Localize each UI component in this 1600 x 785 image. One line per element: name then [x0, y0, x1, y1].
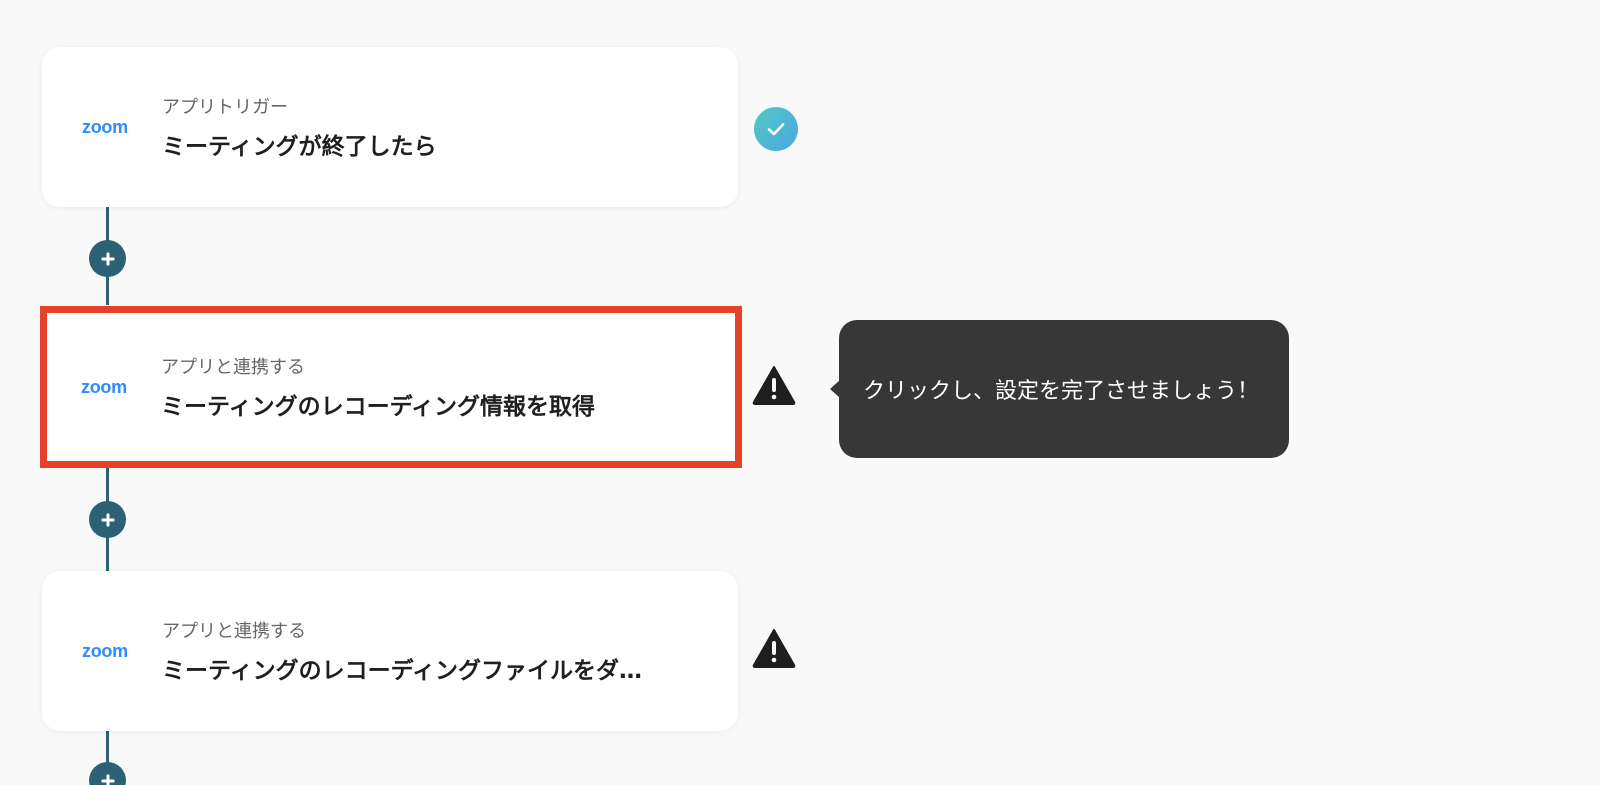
check-circle-icon: [754, 107, 798, 151]
step-type-label: アプリトリガー: [162, 97, 288, 118]
add-step-button[interactable]: [89, 762, 126, 785]
step-text-group: アプリと連携する ミーティングのレコーディングファイルをダ…: [162, 617, 698, 685]
tooltip-text: クリックし、設定を完了させましょう！: [863, 379, 1260, 404]
step-title: ミーティングが終了したら: [162, 134, 437, 160]
add-step-button[interactable]: [89, 501, 126, 538]
plus-icon: [101, 774, 114, 785]
warning-icon: [752, 628, 796, 672]
step-type-label: アプリと連携する: [162, 621, 306, 642]
zoom-logo: zoom: [82, 116, 128, 137]
add-step-button[interactable]: [89, 240, 126, 277]
flow-canvas: zoom アプリトリガー ミーティングが終了したら zoom アプリと連携する …: [0, 0, 1600, 785]
setup-hint-tooltip: クリックし、設定を完了させましょう！: [830, 320, 1289, 458]
zoom-logo: zoom: [81, 376, 127, 397]
warning-icon: [752, 365, 796, 409]
step-text-group: アプリトリガー ミーティングが終了したら: [162, 93, 698, 161]
zoom-logo: zoom: [82, 640, 128, 661]
step-title: ミーティングのレコーディングファイルをダ…: [162, 658, 643, 684]
flow-step-card-get-recording-info[interactable]: zoom アプリと連携する ミーティングのレコーディング情報を取得: [40, 306, 742, 468]
step-text-group: アプリと連携する ミーティングのレコーディング情報を取得: [161, 353, 695, 421]
step-type-label: アプリと連携する: [161, 357, 305, 378]
plus-icon: [101, 513, 114, 526]
step-title: ミーティングのレコーディング情報を取得: [161, 394, 596, 420]
flow-step-card-trigger[interactable]: zoom アプリトリガー ミーティングが終了したら: [42, 47, 738, 207]
flow-step-card-download-recording[interactable]: zoom アプリと連携する ミーティングのレコーディングファイルをダ…: [42, 571, 738, 731]
plus-icon: [101, 252, 114, 265]
